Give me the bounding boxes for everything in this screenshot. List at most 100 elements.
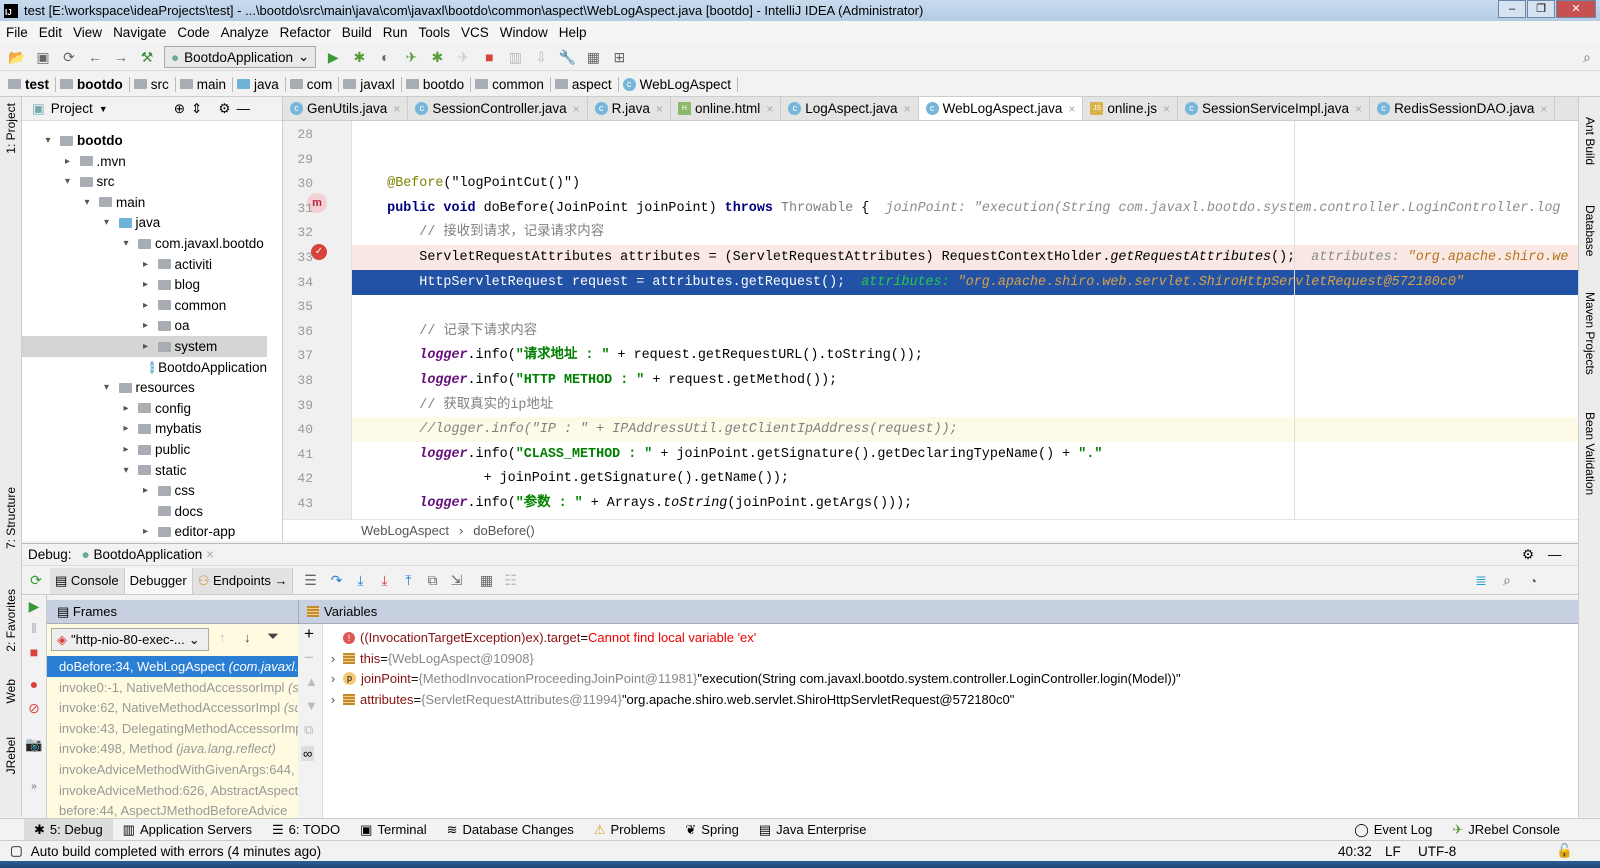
move-up-icon[interactable]: ▲ xyxy=(305,674,318,689)
stripe-jrebel[interactable]: JRebel xyxy=(4,737,18,774)
tool-window-database[interactable]: ≋ Database Changes xyxy=(437,819,584,841)
move-down-icon[interactable]: ▼ xyxy=(305,698,318,713)
chevron-down-icon[interactable]: ▾ xyxy=(62,176,74,187)
code-line[interactable]: logger.info("请求地址 : " + request.getReque… xyxy=(352,343,1578,368)
event-log-button[interactable]: ◯ Event Log xyxy=(1344,819,1442,841)
menu-refactor[interactable]: Refactor xyxy=(280,25,331,40)
chevron-down-icon[interactable]: ▾ xyxy=(120,465,132,476)
code-line[interactable]: logger.info("CLASS_METHOD : " + joinPoin… xyxy=(352,442,1578,467)
maximize-button[interactable]: ❐ xyxy=(1527,0,1555,18)
chevron-right-icon[interactable]: ▸ xyxy=(120,403,132,414)
project-structure-icon[interactable]: ▥ xyxy=(506,48,524,66)
locate-icon[interactable]: ⊕ xyxy=(174,101,185,117)
tab-endpoints[interactable]: ⚇ Endpoints → xyxy=(192,567,294,594)
copy-icon[interactable]: ⧉ xyxy=(304,722,313,738)
minimize-button[interactable]: – xyxy=(1498,0,1526,18)
filter-icon[interactable]: ⏷ xyxy=(267,628,279,645)
tool-window-terminal[interactable]: ▣ Terminal xyxy=(350,819,436,841)
nav-crumb[interactable]: bootdo xyxy=(60,76,130,92)
nav-crumb[interactable]: bootdo xyxy=(405,76,472,92)
stripe-ant-build[interactable]: Ant Build xyxy=(1583,117,1597,165)
stack-frame[interactable]: doBefore:34, WebLogAspect (com.javaxl. xyxy=(47,656,298,677)
editor-tab[interactable]: c WebLogAspect.java × xyxy=(918,97,1084,120)
menu-build[interactable]: Build xyxy=(342,25,372,40)
thread-select[interactable]: ◈ "http-nio-80-exec-... ⌄ xyxy=(51,628,209,651)
chevron-down-icon[interactable]: ▾ xyxy=(42,135,54,146)
code-line[interactable]: HttpServletRequest request = attributes.… xyxy=(352,269,1578,295)
tool-window-warning[interactable]: ⚠ Problems xyxy=(584,819,676,841)
tool-window-bug[interactable]: ✱ 5: Debug xyxy=(24,818,113,841)
open-icon[interactable]: 📂 xyxy=(8,48,26,66)
nav-crumb[interactable]: java xyxy=(237,76,286,92)
stack-frame[interactable]: invokeAdviceMethod:626, AbstractAspect xyxy=(47,780,298,801)
tree-item[interactable]: ▾ resources xyxy=(22,377,267,398)
gear-icon[interactable]: ⚙ xyxy=(1522,547,1534,563)
sync-icon[interactable]: ⟳ xyxy=(60,48,78,66)
menu-file[interactable]: File xyxy=(6,25,28,40)
editor-tab[interactable]: c SessionServiceImpl.java × xyxy=(1178,97,1371,120)
status-icon[interactable]: ▢ xyxy=(10,843,23,859)
stop-icon[interactable]: ■ xyxy=(25,643,43,661)
nav-crumb[interactable]: main xyxy=(179,76,234,92)
menu-navigate[interactable]: Navigate xyxy=(113,25,166,40)
show-execution-point-icon[interactable]: ☰ xyxy=(301,572,319,590)
tree-item[interactable]: docs xyxy=(22,501,267,522)
search-icon[interactable]: ⌕ xyxy=(1578,48,1596,66)
stop-icon[interactable]: ■ xyxy=(480,48,498,66)
menu-window[interactable]: Window xyxy=(500,25,548,40)
stack-frame[interactable]: before:44, AspectJMethodBeforeAdvice xyxy=(47,800,298,818)
jrebel-disabled-icon[interactable]: ✈ xyxy=(454,48,472,66)
chevron-right-icon[interactable]: ▸ xyxy=(140,485,152,496)
stripe-database[interactable]: Database xyxy=(1583,205,1597,256)
next-frame-icon[interactable]: ↓ xyxy=(244,630,251,645)
tab-debugger[interactable]: Debugger xyxy=(124,567,193,594)
code-line[interactable]: @Before("logPointCut()") xyxy=(352,171,1578,196)
menu-tools[interactable]: Tools xyxy=(419,25,451,40)
close-icon[interactable]: × xyxy=(206,547,214,562)
stripe-web[interactable]: Web xyxy=(4,679,18,703)
close-tab-icon[interactable]: × xyxy=(393,102,400,116)
run-config-select[interactable]: ● BootdoApplication ⌄ xyxy=(164,46,317,68)
chevron-right-icon[interactable]: ▸ xyxy=(62,156,74,167)
hide-icon[interactable]: — xyxy=(236,101,250,116)
nav-crumb[interactable]: aspect xyxy=(554,76,619,92)
memory-view-icon[interactable]: ⌕ xyxy=(1498,572,1516,590)
force-step-into-icon[interactable]: ⤓ xyxy=(375,572,393,590)
tree-item[interactable]: ▸ system xyxy=(22,336,267,357)
editor-tab[interactable]: JS online.js × xyxy=(1083,97,1178,120)
close-button[interactable]: ✕ xyxy=(1556,0,1596,18)
code-line[interactable]: public void doBefore(JoinPoint joinPoint… xyxy=(352,196,1578,221)
menu-code[interactable]: Code xyxy=(177,25,209,40)
code-line[interactable] xyxy=(352,147,1578,172)
chevron-right-icon[interactable]: ▸ xyxy=(140,526,152,537)
jrebel-console-button[interactable]: ✈ JRebel Console xyxy=(1442,819,1570,841)
stripe-bean-validation[interactable]: Bean Validation xyxy=(1583,412,1597,495)
close-tab-icon[interactable]: × xyxy=(1355,102,1362,116)
code-line[interactable]: //logger.info("IP : " + IPAddressUtil.ge… xyxy=(352,417,1578,443)
tree-item[interactable]: ▸ oa xyxy=(22,315,267,336)
encoding[interactable]: UTF-8 xyxy=(1418,844,1456,859)
nav-crumb[interactable]: javaxl xyxy=(343,76,402,92)
tab-console[interactable]: ▤ Console xyxy=(50,567,125,594)
chevron-right-icon[interactable]: › xyxy=(323,689,343,710)
editor-tab[interactable]: c SessionController.java × xyxy=(408,97,588,120)
view-breakpoints-icon[interactable]: ● xyxy=(25,675,43,693)
drop-frame-icon[interactable]: ⧉ xyxy=(423,572,441,590)
tree-item[interactable]: ▸ config xyxy=(22,398,267,419)
step-into-icon[interactable]: ⤓ xyxy=(351,572,369,590)
tree-item[interactable]: ▸ common xyxy=(22,295,267,316)
tree-item[interactable]: ▸ activiti xyxy=(22,254,267,275)
line-separator[interactable]: LF xyxy=(1385,844,1401,859)
code-line[interactable]: logger.info("参数 : " + Arrays.toString(jo… xyxy=(352,491,1578,516)
chevron-down-icon[interactable]: ▾ xyxy=(101,382,113,393)
tool-window-java-enterprise[interactable]: ▤ Java Enterprise xyxy=(749,819,877,841)
close-tab-icon[interactable]: × xyxy=(1540,102,1547,116)
jrebel-debug-icon[interactable]: ✱ xyxy=(428,48,446,66)
stack-frame[interactable]: invoke:62, NativeMethodAccessorImpl (sun… xyxy=(47,697,298,718)
run-to-cursor-icon[interactable]: ⇲ xyxy=(447,572,465,590)
editor-tab[interactable]: c RedisSessionDAO.java × xyxy=(1370,97,1556,120)
close-tab-icon[interactable]: × xyxy=(656,102,663,116)
mute-breakpoints-icon[interactable]: ⊘ xyxy=(25,699,43,717)
code-line[interactable]: // 获取真实的ip地址 xyxy=(352,393,1578,418)
variable-row[interactable]: ! ((InvocationTargetException)ex).target … xyxy=(323,627,756,648)
